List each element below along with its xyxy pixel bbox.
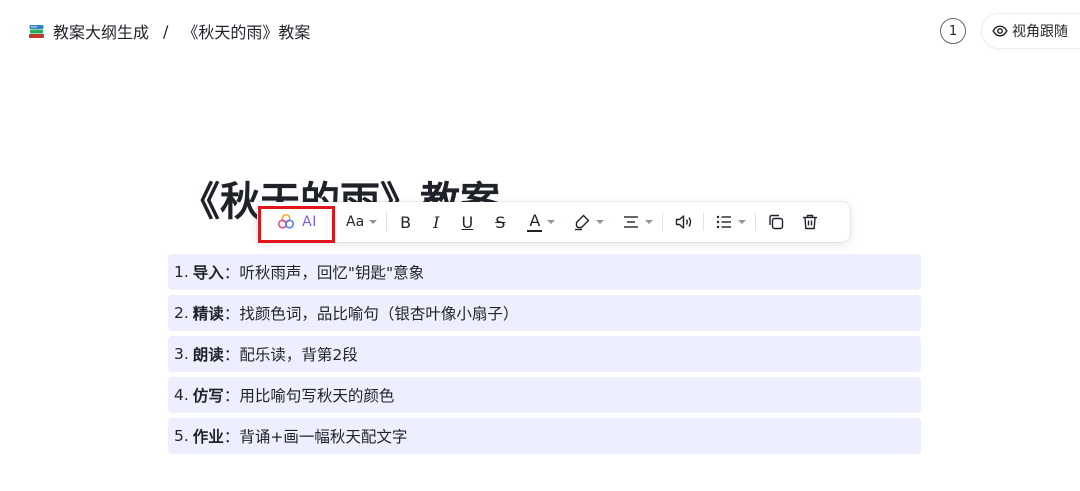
bulleted-list-icon xyxy=(717,215,732,229)
follow-view-label: 视角跟随 xyxy=(1012,24,1068,40)
copy-icon xyxy=(769,214,784,230)
align-center-icon xyxy=(624,216,639,228)
strikethrough-icon: S xyxy=(495,212,506,232)
list-item-number: 5. xyxy=(174,427,189,445)
list-item-text: 找颜色词，品比喻句（银杏叶像小扇子） xyxy=(239,305,519,323)
list-item-text: 配乐读，背第2段 xyxy=(239,346,358,364)
list-item-text: 用比喻句写秋天的颜色 xyxy=(239,387,395,405)
list-item-separator: ： xyxy=(223,346,240,364)
strikethrough-button[interactable]: S xyxy=(492,208,508,236)
list-item-keyword: 作业 xyxy=(192,428,224,446)
list-item-keyword: 仿写 xyxy=(192,387,224,405)
bold-icon: B xyxy=(400,212,412,232)
toolbar-divider xyxy=(755,213,757,231)
list-item-keyword: 朗读 xyxy=(192,346,224,364)
text-color-dropdown[interactable]: A xyxy=(524,208,558,236)
highlighter-icon xyxy=(575,214,590,231)
chevron-down-icon xyxy=(738,220,747,224)
lesson-outline-list: 1. 导入 ： 听秋雨声，回忆"钥匙"意象 2. 精读 ： 找颜色词，品比喻句（… xyxy=(168,254,921,459)
list-item[interactable]: 5. 作业 ： 背诵+画一幅秋天配文字 xyxy=(168,418,921,454)
stacked-books-icon xyxy=(29,24,44,38)
font-size-label: Aa xyxy=(346,214,365,230)
ai-assistant-button[interactable]: AI xyxy=(257,202,337,243)
copy-button[interactable] xyxy=(764,208,788,236)
list-item-text: 听秋雨声，回忆"钥匙"意象 xyxy=(239,264,425,282)
list-item-separator: ： xyxy=(223,387,240,405)
chevron-down-icon xyxy=(547,220,556,224)
list-style-dropdown[interactable] xyxy=(712,208,749,236)
breadcrumb-current[interactable]: 《秋天的雨》教案 xyxy=(182,19,310,43)
header-actions: 1 视角跟随 xyxy=(940,14,1080,48)
font-size-dropdown[interactable]: Aa xyxy=(343,208,380,236)
list-item[interactable]: 3. 朗读 ： 配乐读，背第2段 xyxy=(168,336,921,372)
chevron-down-icon xyxy=(645,220,654,224)
italic-button[interactable]: I xyxy=(430,208,442,236)
toolbar-divider xyxy=(703,213,705,231)
list-item-number: 3. xyxy=(174,345,189,363)
list-item-keyword: 精读 xyxy=(192,305,224,323)
speaker-icon xyxy=(676,215,692,229)
list-item-separator: ： xyxy=(223,305,240,323)
ai-button-highlight-box xyxy=(258,206,335,243)
toolbar-divider xyxy=(662,213,664,231)
text-color-icon: A xyxy=(527,210,543,232)
text-color-bar xyxy=(527,229,543,232)
breadcrumb: 教案大纲生成 / 《秋天的雨》教案 xyxy=(28,18,310,44)
list-item-number: 4. xyxy=(174,386,189,404)
bold-button[interactable]: B xyxy=(397,208,414,236)
text-color-glyph: A xyxy=(529,210,541,230)
chevron-down-icon xyxy=(369,220,378,224)
list-item[interactable]: 2. 精读 ： 找颜色词，品比喻句（银杏叶像小扇子） xyxy=(168,295,921,331)
breadcrumb-parent[interactable]: 教案大纲生成 xyxy=(53,19,149,43)
ai-sparkle-icon xyxy=(278,213,295,229)
breadcrumb-separator: / xyxy=(163,21,169,41)
read-aloud-button[interactable] xyxy=(671,208,697,236)
chevron-down-icon xyxy=(596,220,605,224)
list-item-separator: ： xyxy=(223,264,240,282)
list-item-keyword: 导入 xyxy=(192,264,224,282)
underline-icon: U xyxy=(461,212,474,232)
list-item-number: 1. xyxy=(174,263,189,281)
list-item-text: 背诵+画一幅秋天配文字 xyxy=(239,428,408,446)
follow-view-button[interactable]: 视角跟随 xyxy=(982,14,1080,48)
ai-button-label: AI xyxy=(302,214,317,230)
floating-format-toolbar: AI Aa B I U S A xyxy=(257,202,850,243)
toolbar-divider xyxy=(386,213,388,231)
delete-button[interactable] xyxy=(798,208,822,236)
eye-icon xyxy=(992,25,1008,37)
top-bar: 教案大纲生成 / 《秋天的雨》教案 1 视角跟随 xyxy=(0,0,1080,62)
collaborator-count-badge[interactable]: 1 xyxy=(940,18,966,44)
align-dropdown[interactable] xyxy=(619,208,656,236)
italic-icon: I xyxy=(433,212,440,232)
list-item[interactable]: 4. 仿写 ： 用比喻句写秋天的颜色 xyxy=(168,377,921,413)
trash-icon xyxy=(803,214,818,230)
highlight-color-dropdown[interactable] xyxy=(570,208,607,236)
list-item-number: 2. xyxy=(174,304,189,322)
list-item[interactable]: 1. 导入 ： 听秋雨声，回忆"钥匙"意象 xyxy=(168,254,921,290)
list-item-separator: ： xyxy=(223,428,240,446)
underline-button[interactable]: U xyxy=(458,208,476,236)
